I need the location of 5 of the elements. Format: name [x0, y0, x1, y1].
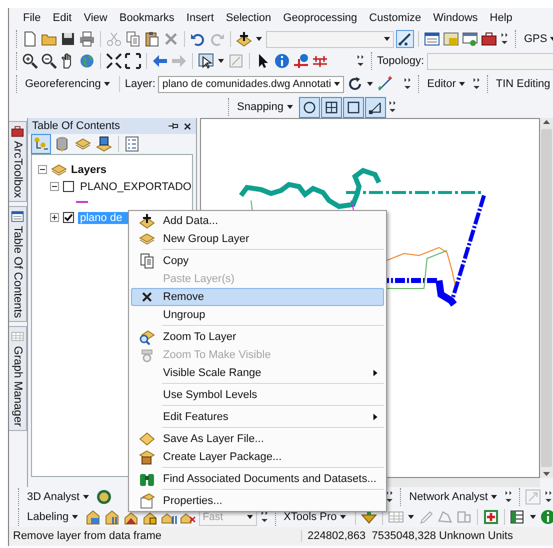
status-message: Remove layer from data frame — [13, 530, 162, 542]
coordinates-readout: 224802,863 7535048,328 Unknown Units — [300, 530, 513, 542]
panel-title: Table Of Contents — [32, 120, 122, 132]
topology-label: Topology: — [377, 55, 424, 67]
layer-label: Layer: — [124, 78, 156, 90]
